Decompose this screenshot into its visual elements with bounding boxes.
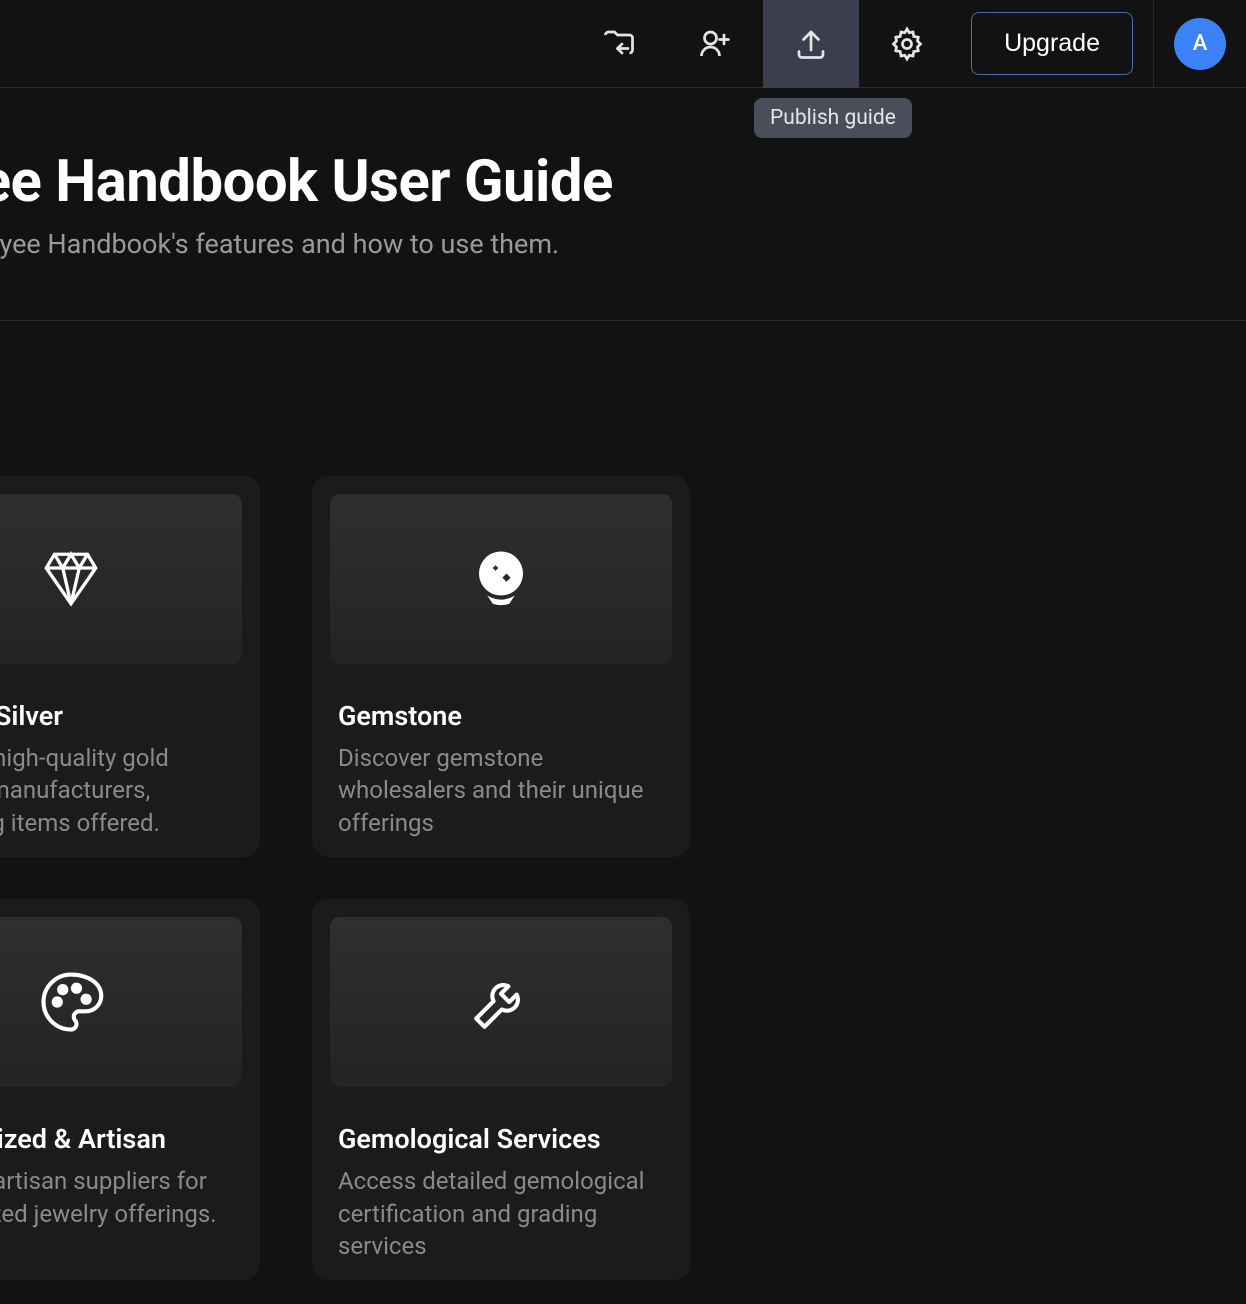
page-title: r's Employee Handbook User Guide [0,148,1246,216]
card-image [0,917,242,1087]
card-title: Gemstone [338,700,672,732]
user-plus-icon [697,26,733,62]
card-desc: Access detailed gemological certificatio… [338,1165,672,1262]
upgrade-button[interactable]: Upgrade [971,12,1133,75]
cards-grid: ones of e jewelry, naterials. Gold & Sil… [0,321,1246,1280]
settings-button[interactable] [859,0,955,88]
page-subtitle: erview of Adler's Employee Handbook's fe… [0,228,1246,260]
card-row: ones of e jewelry, naterials. Gold & Sil… [0,476,1246,857]
folder-swap-icon [601,26,637,62]
card-gemstone[interactable]: Gemstone Discover gemstone wholesalers a… [312,476,690,857]
card-image [330,917,672,1087]
upload-icon [793,26,829,62]
card-row: pieces ls. Specialized & Artisan Explore… [0,899,1246,1280]
page-header: r's Employee Handbook User Guide erview … [0,88,1246,321]
wrench-icon [468,969,534,1035]
card-title: Gold & Silver [0,700,242,732]
publish-button[interactable] [763,0,859,88]
diamond-icon [38,546,104,612]
gear-icon [889,26,925,62]
card-gemological-services[interactable]: Gemological Services Access detailed gem… [312,899,690,1280]
card-desc: Explore artisan suppliers for specialize… [0,1165,242,1230]
topbar: Upgrade A [0,0,1246,88]
add-user-button[interactable] [667,0,763,88]
card-title: Specialized & Artisan [0,1123,242,1155]
avatar[interactable]: A [1174,18,1226,70]
card-image [0,494,242,664]
folder-swap-button[interactable] [571,0,667,88]
card-desc: Discover gemstone wholesalers and their … [338,742,672,839]
card-desc: Explore high-quality gold jewelry manufa… [0,742,242,839]
palette-icon [38,969,104,1035]
card-image [330,494,672,664]
divider [1153,0,1154,88]
crystal-ball-icon [468,546,534,612]
card-specialized-artisan[interactable]: Specialized & Artisan Explore artisan su… [0,899,260,1280]
card-gold-silver[interactable]: Gold & Silver Explore high-quality gold … [0,476,260,857]
card-title: Gemological Services [338,1123,672,1155]
publish-tooltip: Publish guide [754,98,912,138]
